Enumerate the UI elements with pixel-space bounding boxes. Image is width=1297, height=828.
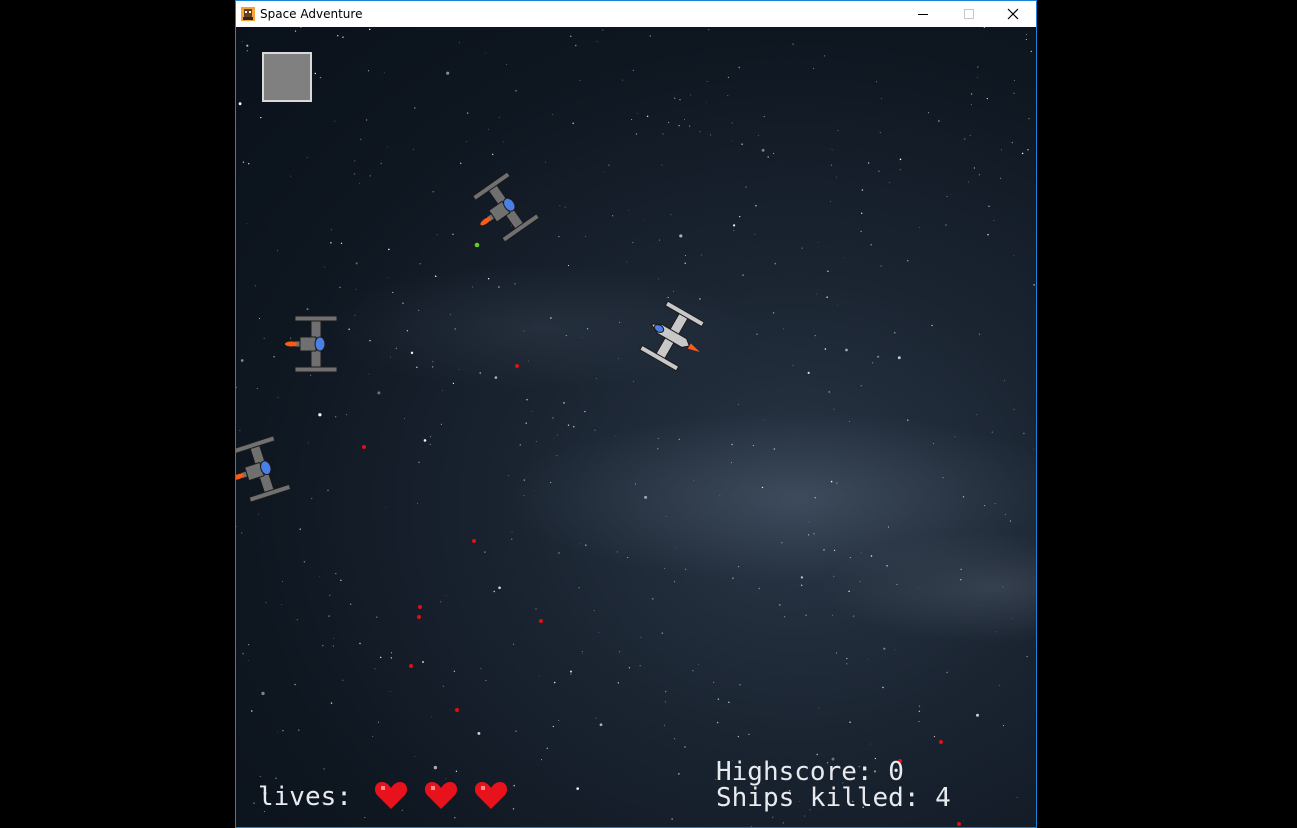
minimize-icon xyxy=(918,14,928,15)
enemy-bullet xyxy=(417,615,421,619)
ships-killed-label: Ships killed: xyxy=(716,783,920,813)
enemy-bullet xyxy=(409,664,413,668)
enemy-bullet xyxy=(455,708,459,712)
enemy-bullet xyxy=(472,539,476,543)
game-window: Space Adventure lives: Highscore: 0 Ship… xyxy=(235,0,1037,828)
enemy-bullet xyxy=(939,740,943,744)
heart-icon xyxy=(374,782,408,809)
enemy-bullet xyxy=(539,619,543,623)
maximize-icon xyxy=(964,9,974,19)
highscore-display: Highscore: 0 xyxy=(716,759,904,785)
close-icon xyxy=(1007,8,1019,20)
ships-killed-value: 4 xyxy=(935,783,951,813)
heart-icon xyxy=(424,782,458,809)
bullets-layer xyxy=(362,242,961,826)
enemy-bullet xyxy=(957,822,961,826)
minimize-button[interactable] xyxy=(900,1,946,27)
lives-label: lives: xyxy=(258,782,352,812)
maximize-button xyxy=(946,1,992,27)
window-title: Space Adventure xyxy=(260,7,363,21)
player-bullet xyxy=(474,242,480,248)
close-button[interactable] xyxy=(990,1,1036,27)
heart-icon xyxy=(474,782,508,809)
title-bar[interactable]: Space Adventure xyxy=(236,1,1036,27)
game-canvas[interactable]: lives: Highscore: 0 Ships killed: 4 xyxy=(236,27,1036,827)
enemy-bullet xyxy=(362,445,366,449)
pause-button[interactable] xyxy=(262,52,312,102)
ships-killed-display: Ships killed: 4 xyxy=(716,785,951,811)
app-icon xyxy=(241,7,255,21)
enemy-bullet xyxy=(515,364,519,368)
enemy-bullet xyxy=(418,605,422,609)
